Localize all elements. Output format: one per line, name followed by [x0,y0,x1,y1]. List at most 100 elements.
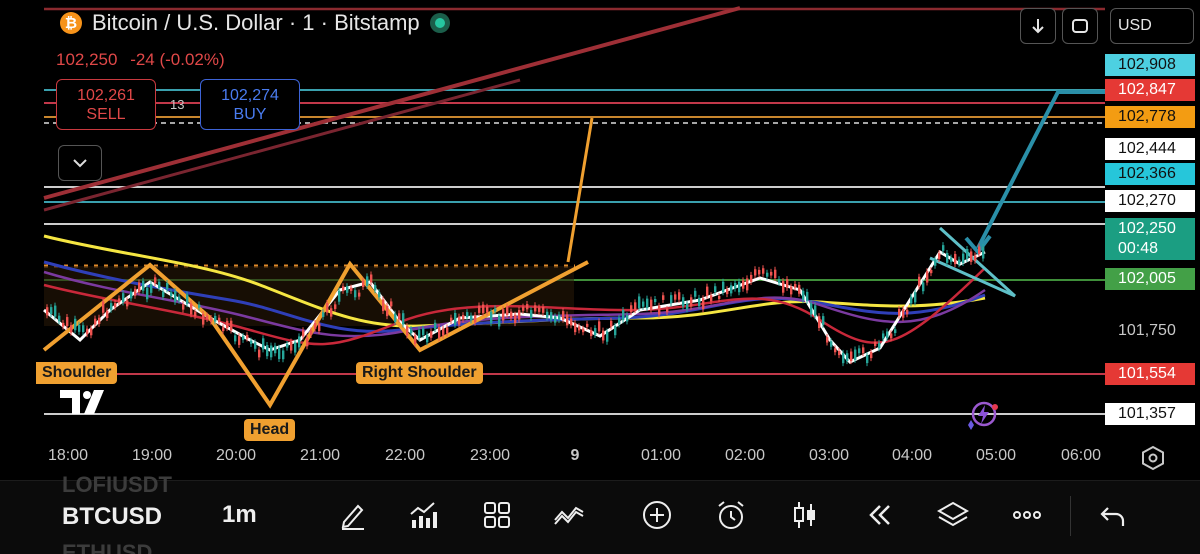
symbol-title[interactable]: Bitcoin / U.S. Dollar · 1 · Bitstamp [92,10,420,36]
fullscreen-button[interactable] [1062,8,1098,44]
candle-body [722,281,725,293]
candle-body [706,286,709,296]
drawing-tools-icon[interactable] [336,498,370,532]
candle-body [546,311,549,318]
price-axis-label: 102,908 [1105,54,1195,76]
candle-body [430,331,433,338]
candle-body [894,329,897,334]
candle-body [770,271,773,276]
candle-body [270,345,273,358]
candle-body [54,305,57,317]
candle-body [950,257,953,262]
candle-body [470,315,473,321]
candle-body [366,276,369,286]
compare-icon[interactable] [552,498,586,532]
tradingview-logo [60,390,106,421]
candle-body [726,289,729,295]
candle-body [334,304,337,309]
candle-body [242,336,245,340]
candle-body [218,317,221,323]
candle-body [222,327,225,332]
candle-body [954,253,957,265]
price-axis-label: 101,357 [1105,403,1195,425]
watchlist-prev-symbol[interactable]: LOFIUSDT [62,472,172,498]
candle-body [886,331,889,339]
candle-body [358,292,361,297]
candle-body [394,313,397,322]
candle-body [918,276,921,287]
buy-button[interactable]: 102,274 BUY [200,79,300,130]
candle-body [958,259,961,265]
candle-body [294,342,297,353]
candle-body [742,280,745,289]
candle-body [678,292,681,300]
candle-body [438,326,441,339]
candle-body [482,304,485,314]
sell-button[interactable]: 102,261 SELL [56,79,156,130]
replay-icon[interactable] [862,498,896,532]
candle-body [342,286,345,291]
candle-body [90,328,93,336]
candle-body [842,352,845,364]
chart-area[interactable]: ₿ Bitcoin / U.S. Dollar · 1 · Bitstamp 1… [0,0,1200,480]
symbol-selector[interactable]: BTCUSD [62,503,162,531]
interval-selector[interactable]: 1m [222,501,257,529]
candle-body [622,309,625,321]
indicators-icon[interactable] [406,498,440,532]
candle-body [402,313,405,325]
candle-body [246,334,249,339]
candle-body [166,282,169,290]
candle-body [810,303,813,315]
candle-body [634,302,637,311]
candle-body [298,336,301,348]
price-chart[interactable] [0,0,1200,480]
candle-body [186,294,189,304]
more-icon[interactable] [1010,498,1044,532]
candle-body [198,304,201,308]
add-icon[interactable] [640,498,674,532]
time-axis-label: 18:00 [47,447,89,464]
candle-body [170,292,173,297]
candle-body [830,341,833,347]
candle-body [854,349,857,360]
candle-body [782,281,785,293]
candle-body [322,312,325,317]
watchlist-next-symbol[interactable]: ETHUSD [62,540,152,554]
layout-grid-icon[interactable] [480,498,514,532]
candle-body [238,336,241,345]
candle-body [562,311,565,320]
candle-body [898,308,901,316]
candle-body [206,315,209,319]
candle-body [794,284,797,288]
layers-icon[interactable] [936,498,970,532]
candle-body [938,253,941,259]
settings-icon[interactable] [1140,445,1166,471]
candle-body [378,292,381,298]
candles-icon[interactable] [788,498,822,532]
lightning-alert-icon[interactable] [966,398,1000,432]
candle-body [354,290,357,298]
candle-body [50,307,53,315]
candle-body [234,335,237,342]
candle-body [586,323,589,327]
candle-body [834,348,837,353]
candle-body [878,342,881,349]
buy-label: BUY [233,106,267,123]
collapse-button[interactable] [58,145,102,181]
candle-body [774,269,777,279]
candle-body [102,301,105,313]
candle-body [422,328,425,335]
alarm-clock-icon[interactable] [714,498,748,532]
candle-body [362,280,365,288]
candle-body [982,247,985,259]
candle-body [454,312,457,325]
candle-body [302,330,305,337]
market-open-icon [429,13,450,33]
candle-body [786,279,789,288]
undo-icon[interactable] [1096,498,1130,532]
download-button[interactable] [1020,8,1056,44]
candle-body [906,309,909,315]
candle-body [286,343,289,348]
currency-selector[interactable]: USD [1110,8,1194,44]
candle-body [446,327,449,334]
